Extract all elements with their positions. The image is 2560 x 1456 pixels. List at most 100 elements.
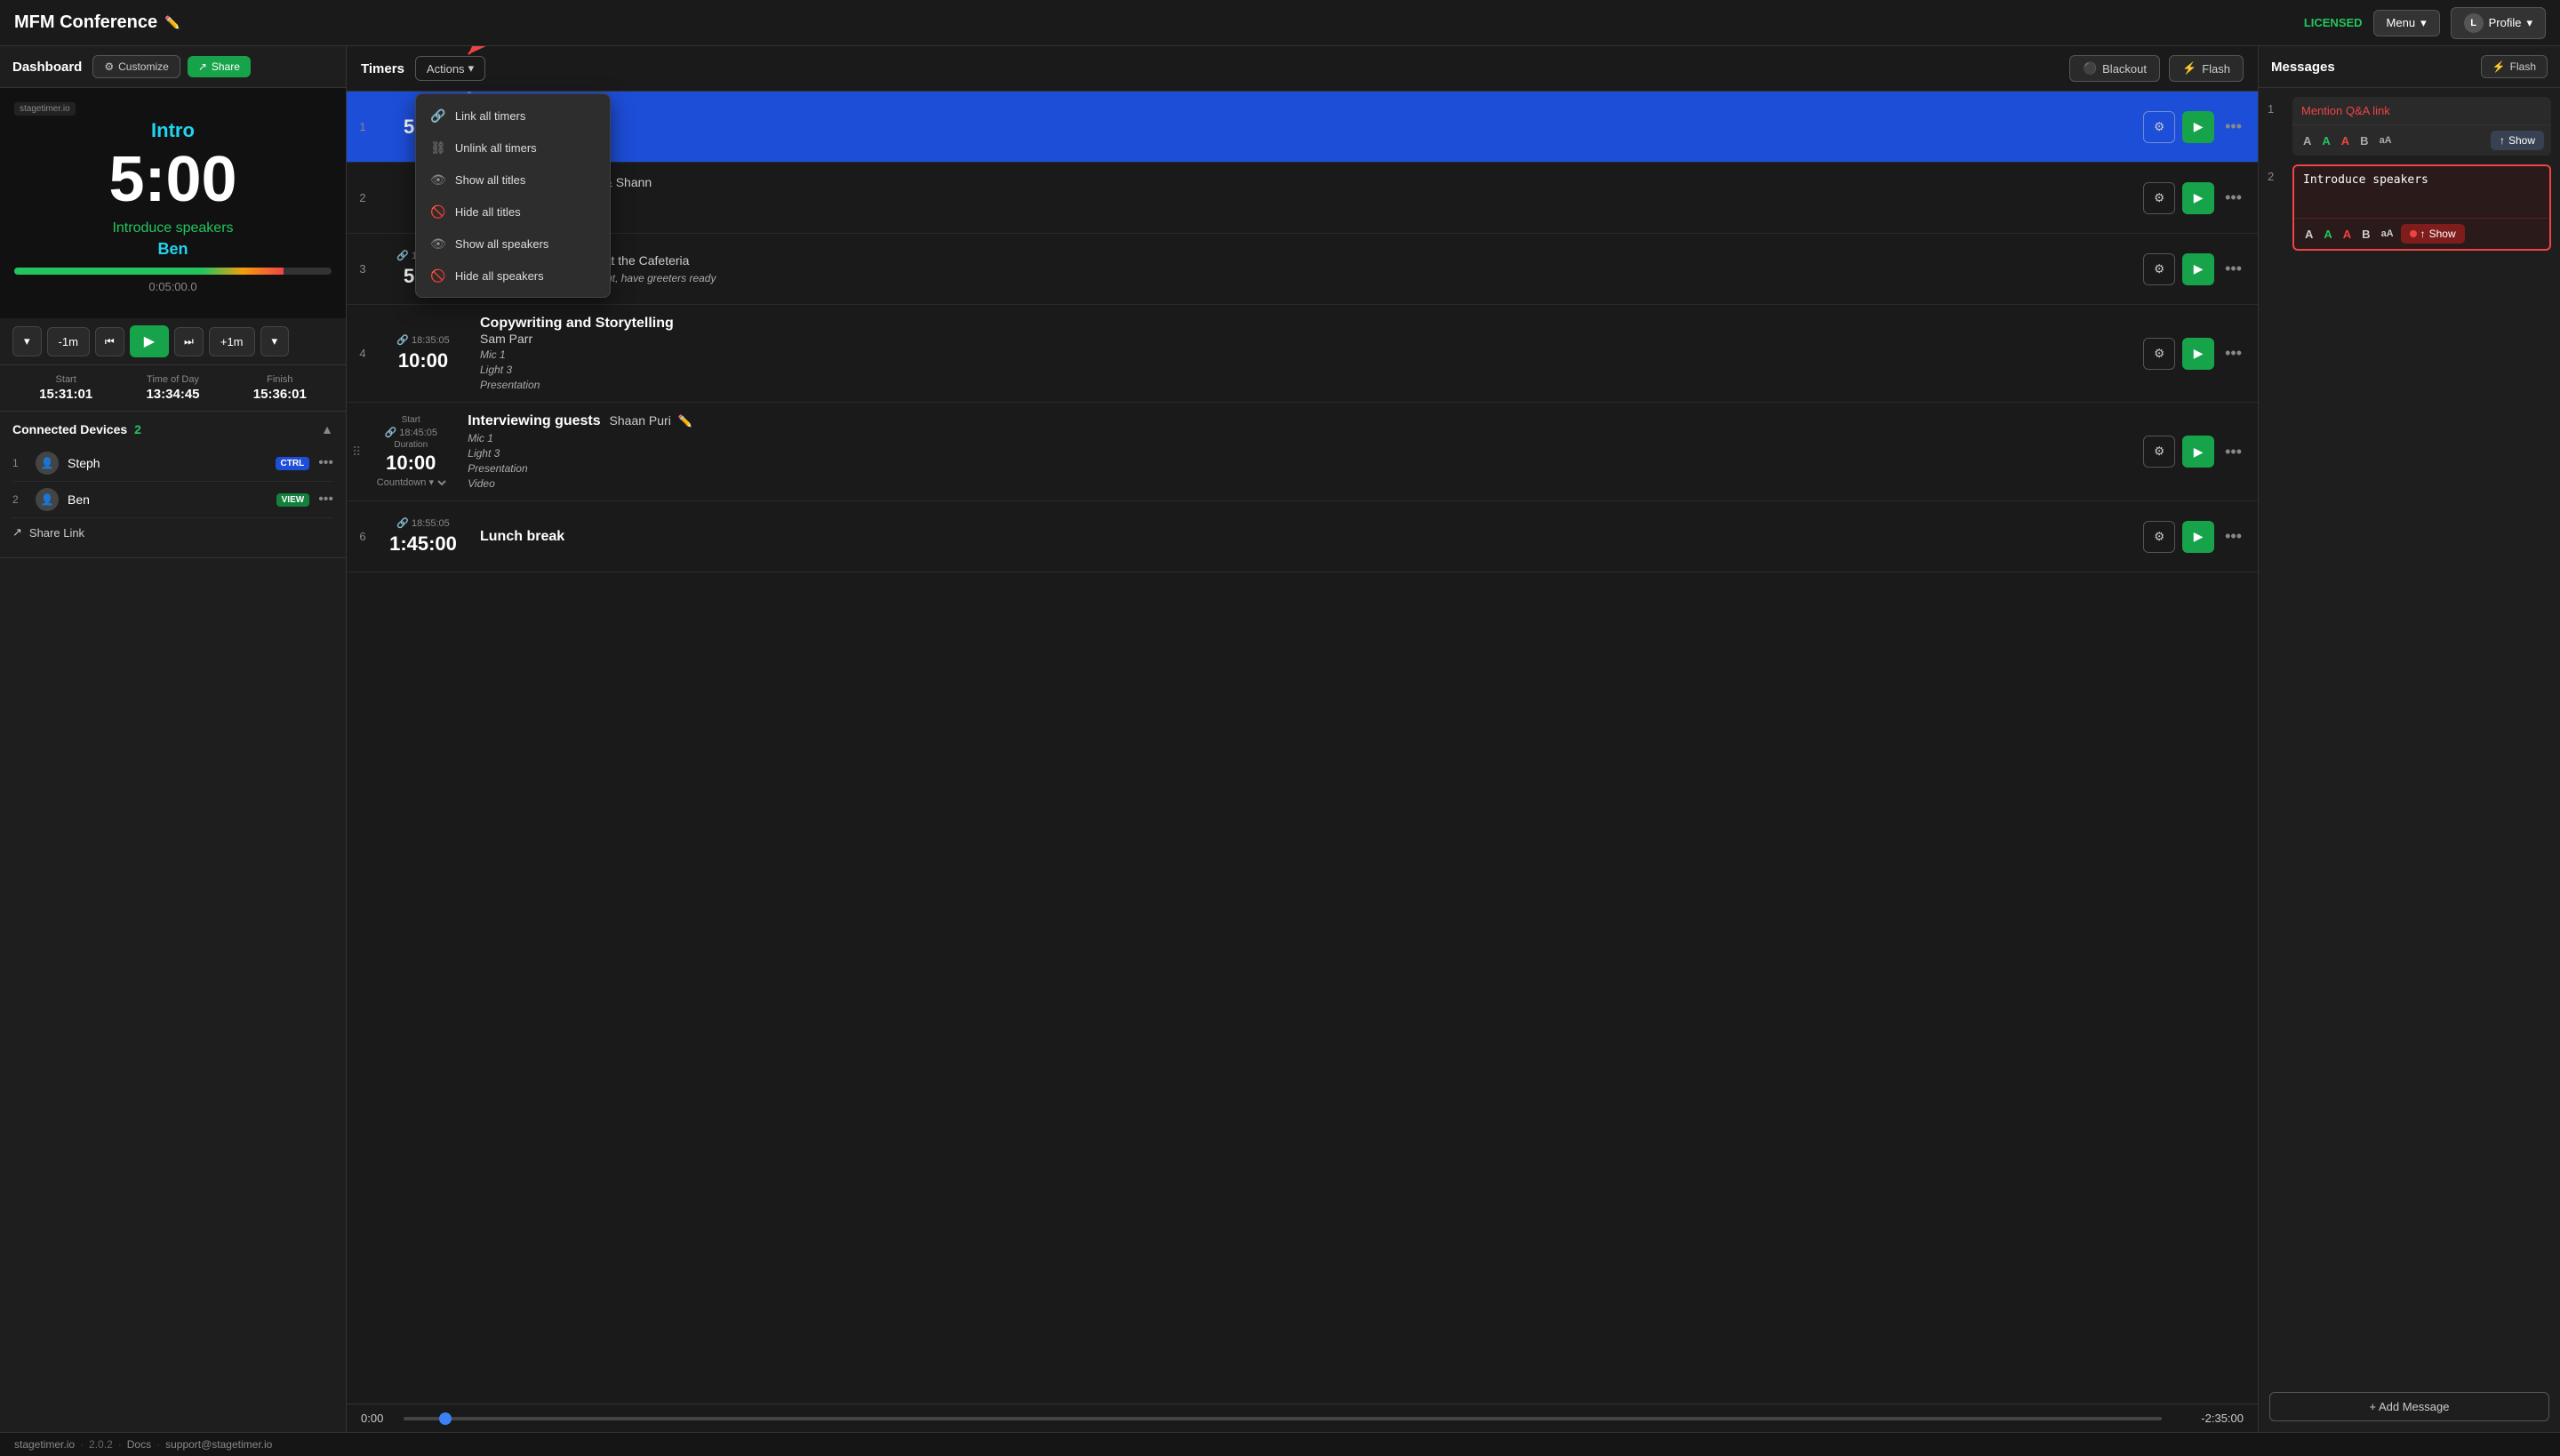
- timer-more-button[interactable]: •••: [2221, 340, 2245, 366]
- timer-title: Interviewing guests: [468, 413, 600, 428]
- message-toolbar-2: A A A B aA ↑ Show: [2294, 218, 2549, 249]
- fmt-a-red-button[interactable]: A: [2338, 132, 2353, 149]
- show-message-button-1[interactable]: ↑ Show: [2491, 131, 2544, 150]
- customize-button[interactable]: ⚙ Customize: [92, 55, 180, 78]
- eye-icon: 👁: [430, 172, 446, 188]
- timer-row-time: 🔗 18:55:05 1:45:00: [379, 501, 468, 572]
- flash-button-center[interactable]: ⚡ Flash: [2169, 55, 2244, 82]
- docs-link[interactable]: Docs: [127, 1438, 151, 1451]
- device-badge-view: VIEW: [276, 493, 310, 507]
- timer-display-small: 0:05:00.0: [148, 280, 196, 293]
- plus-1m-button[interactable]: +1m: [209, 327, 255, 356]
- timer-play-button[interactable]: ▶: [2182, 436, 2214, 468]
- timer-settings-button[interactable]: ⚙: [2143, 182, 2175, 214]
- show-all-titles-item[interactable]: 👁 Show all titles: [416, 164, 610, 196]
- timer-detail-3: Presentation: [480, 379, 2118, 391]
- timer-settings-button[interactable]: ⚙: [2143, 521, 2175, 553]
- blackout-button[interactable]: ⚫ Blackout: [2069, 55, 2160, 82]
- connected-devices-title: Connected Devices 2: [12, 422, 141, 436]
- prev-timer-button[interactable]: ⏮: [95, 327, 124, 356]
- actions-button[interactable]: Actions ▾: [415, 56, 485, 81]
- timer-more-button[interactable]: •••: [2221, 439, 2245, 465]
- hide-all-titles-item[interactable]: 🚫 Hide all titles: [416, 196, 610, 228]
- message-item: 1 Mention Q&A link A A A B aA ↑ Show: [2268, 97, 2551, 156]
- next-timer-button[interactable]: ⏭: [174, 327, 204, 356]
- drag-handle[interactable]: ⠿: [347, 403, 366, 500]
- flash-button-right[interactable]: ⚡ Flash: [2481, 55, 2548, 78]
- fmt-a-green-button[interactable]: A: [2318, 132, 2333, 149]
- show-all-speakers-item[interactable]: 👁 Show all speakers: [416, 228, 610, 260]
- site-link[interactable]: stagetimer.io: [14, 1438, 75, 1451]
- device-name: Steph: [68, 456, 267, 470]
- timer-row: ⠿ Start 🔗 18:45:05 Duration 10:00 Countd…: [347, 403, 2258, 501]
- collapse-icon[interactable]: ▲: [321, 422, 333, 436]
- fmt-aa-button[interactable]: aA: [2376, 133, 2396, 148]
- unlink-all-timers-item[interactable]: ⛓ Unlink all timers: [416, 132, 610, 164]
- timer-row-num: 1: [347, 92, 379, 162]
- message-text-input[interactable]: Introduce speakers: [2294, 166, 2549, 215]
- minus-1m-button[interactable]: -1m: [47, 327, 90, 356]
- share-button[interactable]: ↗ Share: [188, 56, 251, 77]
- fmt-b-button[interactable]: B: [2356, 132, 2372, 149]
- device-more-button[interactable]: •••: [318, 492, 333, 508]
- timer-more-button[interactable]: •••: [2221, 185, 2245, 211]
- connected-devices-header: Connected Devices 2 ▲: [12, 422, 333, 436]
- countdown-select[interactable]: Countdown ▾ Count Up: [373, 476, 449, 489]
- message-list: 1 Mention Q&A link A A A B aA ↑ Show: [2259, 88, 2560, 1381]
- device-avatar: 👤: [36, 488, 59, 511]
- timer-row-title-line: Copywriting and Storytelling: [480, 316, 2118, 332]
- share-link-button[interactable]: ↗ Share Link: [12, 518, 333, 547]
- profile-button[interactable]: L Profile ▾: [2451, 7, 2546, 39]
- tod-label: Time of Day: [147, 374, 199, 385]
- extra-dropdown-button[interactable]: ▾: [260, 326, 290, 356]
- timer-detail-2: Lights 2 + 4: [480, 209, 2118, 221]
- timer-row-title-line: Presentation Sam & Shann: [480, 175, 2118, 191]
- timer-settings-button[interactable]: ⚙: [2143, 253, 2175, 285]
- start-label: Start: [402, 415, 420, 425]
- timer-play-button[interactable]: ▶: [2182, 338, 2214, 370]
- fmt-a-red-button-2[interactable]: A: [2340, 226, 2355, 243]
- timer-more-button[interactable]: •••: [2221, 256, 2245, 282]
- timer-detail: Mic 1: [484, 124, 2118, 136]
- fmt-a-button-2[interactable]: A: [2301, 226, 2316, 243]
- dropdown-arrow-button[interactable]: ▾: [12, 326, 42, 356]
- timer-detail-4: Video: [468, 477, 2118, 490]
- timer-play-button[interactable]: ▶: [2182, 253, 2214, 285]
- menu-button[interactable]: Menu ▾: [2373, 10, 2440, 36]
- device-num: 2: [12, 493, 27, 506]
- timer-play-button[interactable]: ▶: [2182, 521, 2214, 553]
- timer-play-button[interactable]: ▶: [2182, 111, 2214, 143]
- fmt-a-green-button-2[interactable]: A: [2320, 226, 2335, 243]
- link-all-timers-item[interactable]: 🔗 Link all timers: [416, 100, 610, 132]
- add-message-button[interactable]: + Add Message: [2269, 1392, 2549, 1421]
- device-more-button[interactable]: •••: [318, 455, 333, 471]
- timer-settings-button[interactable]: ⚙: [2143, 111, 2175, 143]
- timer-more-button[interactable]: •••: [2221, 114, 2245, 140]
- fmt-aa-button-2[interactable]: aA: [2378, 227, 2397, 241]
- fmt-b-button-2[interactable]: B: [2358, 226, 2373, 243]
- timer-row-actions: ⚙ ▶ •••: [2131, 501, 2258, 572]
- timer-title: Copywriting and Storytelling: [480, 316, 674, 331]
- main-layout: Dashboard ⚙ Customize ↗ Share stagetimer…: [0, 46, 2560, 1432]
- timer-settings-button[interactable]: ⚙: [2143, 436, 2175, 468]
- active-indicator: [2410, 230, 2417, 237]
- timer-settings-button[interactable]: ⚙: [2143, 338, 2175, 370]
- timer-row-num: 4: [347, 305, 379, 402]
- fmt-a-button[interactable]: A: [2300, 132, 2315, 149]
- edit-title-icon[interactable]: ✏️: [164, 15, 180, 30]
- timer-detail: Prepare room: put drinks out, have greet…: [480, 272, 2118, 284]
- message-num: 1: [2268, 102, 2284, 156]
- hide-all-speakers-item[interactable]: 🚫 Hide all speakers: [416, 260, 610, 292]
- timer-play-button[interactable]: ▶: [2182, 182, 2214, 214]
- scrubber-handle[interactable]: [439, 1412, 452, 1425]
- message-item: 2 Introduce speakers A A A B aA ↑ Show: [2268, 164, 2551, 251]
- show-message-button-2[interactable]: ↑ Show: [2401, 224, 2465, 244]
- timer-detail-2: Light 3: [480, 364, 2118, 376]
- scrubber-track[interactable]: [404, 1417, 2162, 1420]
- finish-label: Finish: [267, 374, 292, 385]
- timer-row: 2 Presentation Sam & Shann Mics 1 + 2 Li…: [347, 163, 2258, 234]
- timer-row-num: 6: [347, 501, 379, 572]
- support-link[interactable]: support@stagetimer.io: [165, 1438, 272, 1451]
- play-pause-button[interactable]: ▶: [130, 325, 169, 357]
- timer-more-button[interactable]: •••: [2221, 524, 2245, 549]
